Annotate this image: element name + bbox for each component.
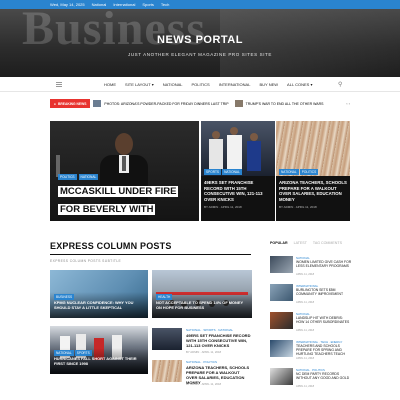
tile-meta: BY ADMIN · APRIL 11, 2018 — [279, 205, 317, 210]
sidebar-post[interactable]: NATIONAL WOMEN LIMITED GIVE CASH FOR LES… — [270, 256, 352, 282]
post-card[interactable]: BUSINESS KPMG NUCLEAR CONFIDENCE: WHY YO… — [50, 270, 148, 318]
slider-pager: ◀ 1 / 3 ▶ — [108, 210, 130, 215]
topbar-link-sports[interactable]: Sports — [142, 2, 154, 7]
tile-image-basketball — [201, 121, 275, 176]
featured-tile[interactable]: SPORTS NATIONAL 49ERS SET FRANCHISE RECO… — [201, 121, 275, 221]
sidebar-headline[interactable]: NC DEM PARTY RECORDS WITHOUT ANY GOOD AN… — [296, 372, 352, 380]
category-tags: NATIONAL POLITICS — [279, 169, 319, 175]
list-thumbnail — [152, 328, 182, 350]
category-tag[interactable]: NATIONAL — [78, 174, 99, 180]
sidebar-meta: APRIL 11, 2018 — [296, 385, 315, 388]
sidebar-meta: APRIL 11, 2018 — [296, 329, 315, 332]
nav-item-all-cones[interactable]: ALL CONES ▾ — [287, 82, 312, 87]
ticker-thumbnail[interactable] — [234, 100, 243, 107]
sidebar-headline[interactable]: WOMEN LIMITED GIVE CASH FOR LESS ELEMENT… — [296, 260, 352, 268]
site-logo[interactable]: NEWS PORTAL — [0, 34, 400, 46]
sidebar-headline[interactable]: LANDSLIP HIT WITH DEBRIS: HOW 14 OTHER S… — [296, 316, 352, 324]
tile-headline[interactable]: 49ERS SET FRANCHISE RECORD WITH 15TH CON… — [204, 180, 272, 202]
sidebar-post[interactable]: NATIONAL · POLITICS NC DEM PARTY RECORDS… — [270, 368, 352, 394]
section-subtitle: EXPRESS COLUMN POSTS SUBTITLE — [50, 259, 122, 263]
tab-latest[interactable]: LATEST — [294, 241, 307, 249]
sidebar-post[interactable]: NATIONAL LANDSLIP HIT WITH DEBRIS: HOW 1… — [270, 312, 352, 338]
featured-slider: POLITICS NATIONAL MCCASKILL UNDER FIRE F… — [50, 121, 350, 221]
featured-main-story[interactable]: POLITICS NATIONAL MCCASKILL UNDER FIRE F… — [50, 121, 199, 221]
section-title: EXPRESS COLUMN POSTS — [50, 241, 172, 251]
flash-icon: ● — [54, 101, 56, 106]
list-headline[interactable]: 49ERS SET FRANCHISE RECORD WITH 15TH CON… — [186, 333, 252, 348]
sidebar-thumbnail — [270, 368, 293, 385]
category-tags: SPORTS NATIONAL — [204, 169, 242, 175]
category-tag[interactable]: POLITICS — [58, 174, 77, 180]
tab-tag-comments[interactable]: TAG COMMENTS — [313, 241, 342, 249]
top-bar: Wed, May 14, 2025 National International… — [0, 0, 400, 9]
site-header-banner: Business NEWS PORTAL JUST ANOTHER ELEGAN… — [0, 9, 400, 77]
main-navigation: HOME SITE LAYOUT ▾ NATIONAL POLITICS INT… — [0, 77, 400, 92]
card-headline[interactable]: KPMG NUCLEAR CONFIDENCE: WHY YOU SHOULD … — [54, 300, 144, 310]
sidebar-meta: APRIL 11, 2018 — [296, 273, 315, 276]
featured-tile[interactable]: NATIONAL POLITICS ARIZONA TEACHERS, SCHO… — [276, 121, 350, 221]
ticker-arrows[interactable]: ‹ › — [346, 101, 350, 106]
menu-icon[interactable] — [56, 82, 62, 87]
breaking-news-badge: ● BREAKING NEWS — [50, 99, 91, 108]
post-card[interactable]: NATIONAL SPORTS HURRICANES FALL SHORT AG… — [50, 326, 148, 374]
sidebar-post[interactable]: INTERNATIONAL · TECH · ENERGY TEACHERS A… — [270, 340, 352, 366]
topbar-link-tech[interactable]: Tech — [161, 2, 169, 7]
list-meta: BY ADMIN · APRIL 11, 2018 — [186, 382, 222, 386]
list-item[interactable]: NATIONAL · SPORTS · NATIONAL 49ERS SET F… — [152, 328, 252, 356]
nav-item-national[interactable]: NATIONAL — [163, 82, 183, 87]
sidebar-thumbnail — [270, 312, 293, 329]
site-tagline: JUST ANOTHER ELEGANT MAGAZINE PRO SITES … — [127, 52, 272, 57]
nav-item-politics[interactable]: POLITICS — [191, 82, 209, 87]
nav-item-home[interactable]: HOME — [104, 82, 116, 87]
topbar-link-international[interactable]: International — [113, 2, 135, 7]
sidebar-meta: APRIL 11, 2018 — [296, 357, 315, 360]
sidebar-tabs: POPULAR LATEST TAG COMMENTS — [270, 241, 350, 249]
sidebar-meta: APRIL 11, 2018 — [296, 301, 315, 304]
sidebar-thumbnail — [270, 340, 293, 357]
nav-item-international[interactable]: INTERNATIONAL — [219, 82, 251, 87]
ticker-thumbnail[interactable] — [93, 100, 102, 107]
card-headline[interactable]: HURRICANES FALL SHORT AGAINST THEIR FIRS… — [54, 356, 144, 366]
nav-item-buy-new[interactable]: BUY NEW — [259, 82, 278, 87]
list-category[interactable]: NATIONAL · SPORTS · NATIONAL — [186, 328, 233, 332]
players-illustration — [209, 127, 261, 171]
post-card[interactable]: HEALTH NOT ACCEPTABLE TO SPEND 14% OF MO… — [152, 270, 252, 318]
ticker-headline[interactable]: TRUMP'S WAR TO END ALL THE OTHER WARS — [246, 102, 324, 106]
list-meta: BY ADMIN · APRIL 11, 2018 — [186, 350, 222, 354]
next-arrow-icon[interactable]: ▶ — [127, 210, 130, 215]
card-headline[interactable]: NOT ACCEPTABLE TO SPEND 14% OF MONEY ON … — [156, 300, 246, 310]
current-date: Wed, May 14, 2025 — [50, 2, 85, 7]
tile-meta: BY ADMIN · APRIL 11, 2018 — [204, 205, 242, 210]
banner-background-word: Business — [22, 9, 207, 55]
tile-image-money — [276, 121, 350, 176]
ticker-headline[interactable]: PHOTOS: ARIZONA'S POWDER-PACKED FOR FRID… — [104, 102, 228, 106]
tile-headline[interactable]: ARIZONA TEACHERS, SCHOOLS PREPARE FOR A … — [279, 180, 347, 202]
category-tags: POLITICS NATIONAL — [58, 174, 99, 180]
nav-item-site-layout[interactable]: SITE LAYOUT ▾ — [125, 82, 154, 87]
list-item[interactable]: NATIONAL · POLITICS ARIZONA TEACHERS, SC… — [152, 360, 252, 388]
sidebar-headline[interactable]: BURLINGTON SETS $5M COMMUNITY IMPROVEMEN… — [296, 288, 352, 296]
topbar-link-national[interactable]: National — [92, 2, 107, 7]
featured-headline[interactable]: MCCASKILL UNDER FIRE FOR BEVERLY WITH OB… — [58, 181, 179, 221]
section-divider — [50, 254, 251, 255]
search-icon[interactable]: ⚲ — [338, 81, 342, 88]
tab-popular[interactable]: POPULAR — [270, 241, 288, 249]
list-thumbnail — [152, 360, 182, 382]
sidebar-post[interactable]: INTERNATIONAL BURLINGTON SETS $5M COMMUN… — [270, 284, 352, 310]
sidebar-thumbnail — [270, 284, 293, 301]
breaking-news-ticker: ● BREAKING NEWS PHOTOS: ARIZONA'S POWDER… — [50, 98, 350, 109]
list-category[interactable]: NATIONAL · POLITICS — [186, 360, 217, 364]
sidebar-headline[interactable]: TEACHERS AND SCHOOLS PREPARE FOR SPRING … — [296, 344, 352, 357]
sidebar-thumbnail — [270, 256, 293, 273]
prev-arrow-icon[interactable]: ◀ — [108, 210, 111, 215]
slide-counter: 1 / 3 — [115, 210, 123, 215]
